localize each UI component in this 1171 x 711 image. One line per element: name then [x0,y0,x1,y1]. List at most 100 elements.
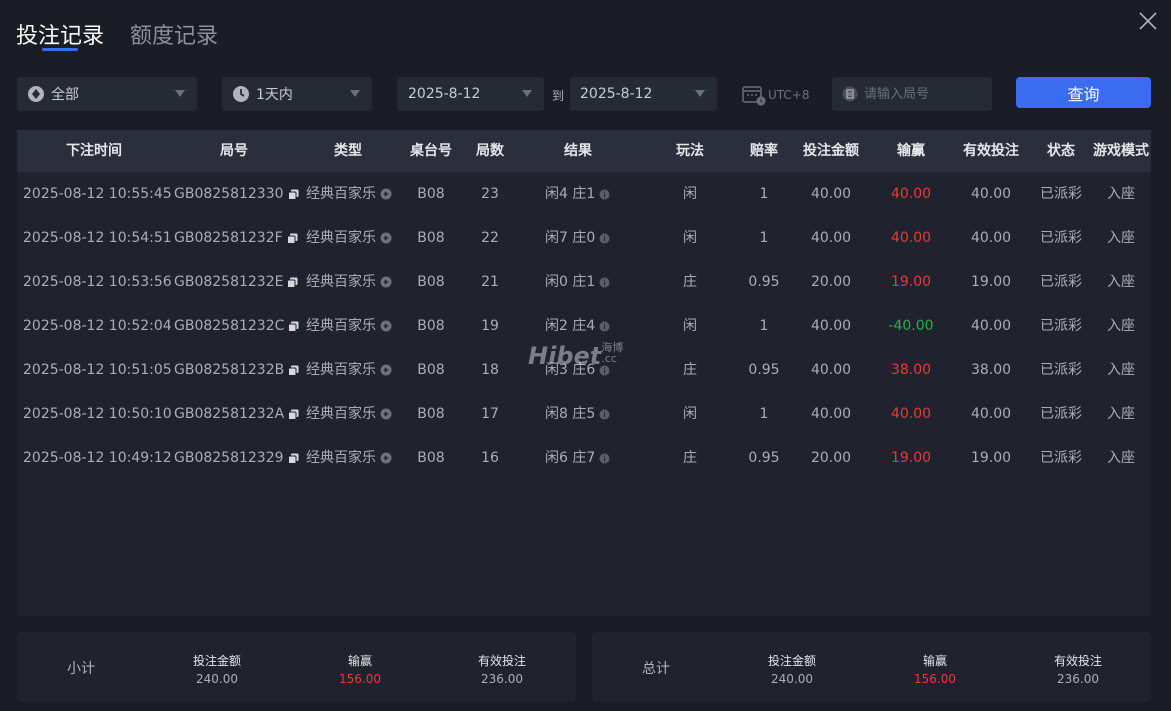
cell-win-loss-text: 40.00 [890,406,932,422]
copy-icon[interactable] [287,189,299,200]
cell-bet-amount: 20.00 [791,436,871,480]
cell-round-id: GB082581232C [174,304,304,348]
cell-game-mode: 入座 [1091,216,1151,260]
caret-down-icon [695,90,705,97]
cell-win-loss: -40.00 [876,304,946,348]
cell-valid-bet: 19.00 [951,436,1031,480]
table-row: 2025-08-12 10:53:56 GB082581232E 经典百家乐 B08 2… [17,260,1151,304]
cell-table-text: B08 [417,406,445,422]
cell-valid-bet-text: 40.00 [970,406,1012,422]
total-bet: 投注金额 240.00 [742,652,842,686]
game-type-dropdown[interactable]: 全部 [17,77,197,111]
cell-round-id-text: GB082581232E [174,274,284,290]
cell-game-mode: 入座 [1091,436,1151,480]
cell-type-text: 经典百家乐 [306,230,376,246]
cell-status-text: 已派彩 [1040,406,1082,422]
round-id-search[interactable] [832,77,992,111]
cell-time: 2025-08-12 10:50:10 [23,392,172,436]
timezone-indicator: UTC+8 [742,84,809,106]
cell-play-text: 庄 [683,274,697,290]
cell-status-text: 已派彩 [1040,186,1082,202]
cell-time-text: 2025-08-12 10:51:05 [23,362,172,378]
col-header-status: 状态 [1047,143,1075,159]
copy-icon[interactable] [287,453,299,464]
cell-round-id-text: GB082581232C [174,318,285,334]
cell-valid-bet: 38.00 [951,348,1031,392]
date-range-separator: 到 [552,89,565,103]
round-id-input[interactable] [864,86,984,102]
cell-round: 19 [465,304,515,348]
close-icon [1139,12,1157,30]
cell-bet-amount: 40.00 [791,172,871,216]
copy-icon[interactable] [288,321,299,332]
period-dropdown[interactable]: 1天内 [222,77,372,111]
cell-result: 闲8 庄5 [545,392,625,436]
cell-status: 已派彩 [1036,304,1086,348]
cell-game-mode: 入座 [1091,392,1151,436]
cell-time-text: 2025-08-12 10:50:10 [23,406,172,422]
cell-win-loss: 40.00 [876,392,946,436]
cell-status-text: 已派彩 [1040,230,1082,246]
cell-round-id-text: GB0825812330 [174,186,284,202]
cell-table: B08 [401,216,461,260]
info-icon [599,321,610,331]
date-from-picker[interactable]: 2025-8-12 [397,77,544,111]
cell-round-id-text: GB0825812329 [174,450,284,466]
total-valid-label: 有效投注 [1053,654,1102,668]
play-circle-icon [380,232,392,244]
caret-down-icon [350,90,360,97]
cell-win-loss-text: 38.00 [890,362,932,378]
cell-win-loss: 19.00 [876,436,946,480]
cell-valid-bet: 40.00 [951,172,1031,216]
cell-bet-amount-text: 40.00 [810,362,852,378]
cell-valid-bet-text: 40.00 [970,318,1012,334]
info-icon [599,233,610,243]
cell-result-text: 闲0 庄1 [545,274,596,290]
cell-time-text: 2025-08-12 10:55:45 [23,186,172,202]
copy-icon[interactable] [288,365,299,376]
query-button[interactable]: 查询 [1016,77,1151,108]
cell-round-text: 19 [481,318,499,334]
cell-round-id: GB082581232A [174,392,304,436]
cell-time-text: 2025-08-12 10:49:12 [23,450,172,466]
cell-bet-amount: 40.00 [791,392,871,436]
cell-table: B08 [401,304,461,348]
subtotal-winloss: 输赢 156.00 [310,652,410,686]
cell-win-loss: 40.00 [876,216,946,260]
subtotal-title: 小计 [67,661,95,677]
cell-win-loss: 19.00 [876,260,946,304]
cell-game-mode-text: 入座 [1107,318,1135,334]
cell-result: 闲7 庄0 [545,216,625,260]
table-row: 2025-08-12 10:54:51 GB082581232F 经典百家乐 B08 2… [17,216,1151,260]
col-header-result: 结果 [564,143,592,159]
cell-time-text: 2025-08-12 10:53:56 [23,274,172,290]
cell-valid-bet: 40.00 [951,304,1031,348]
play-circle-icon [380,452,392,464]
cell-game-mode: 入座 [1091,260,1151,304]
cell-status-text: 已派彩 [1040,318,1082,334]
cell-table-text: B08 [417,318,445,334]
cell-win-loss-text: 19.00 [890,450,932,466]
cell-status: 已派彩 [1036,436,1086,480]
cell-bet-amount: 40.00 [791,216,871,260]
cell-round: 18 [465,348,515,392]
copy-icon[interactable] [286,233,298,244]
info-icon [599,277,610,287]
close-button[interactable] [1137,10,1159,32]
cell-game-mode-text: 入座 [1107,362,1135,378]
tab-credit-records[interactable]: 额度记录 [130,18,218,50]
info-icon [599,453,610,463]
date-to-value: 2025-8-12 [580,86,653,102]
tab-bet-records[interactable]: 投注记录 [16,18,104,50]
cell-win-loss: 38.00 [876,348,946,392]
cell-table: B08 [401,348,461,392]
col-header-game-mode: 游戏模式 [1093,143,1149,159]
copy-icon[interactable] [288,409,299,420]
copy-icon[interactable] [287,277,298,288]
cell-round: 23 [465,172,515,216]
cell-table-text: B08 [417,230,445,246]
date-to-picker[interactable]: 2025-8-12 [570,77,717,111]
cell-result-text: 闲7 庄0 [545,230,596,246]
cell-status-text: 已派彩 [1040,450,1082,466]
cell-play-text: 闲 [683,230,697,246]
